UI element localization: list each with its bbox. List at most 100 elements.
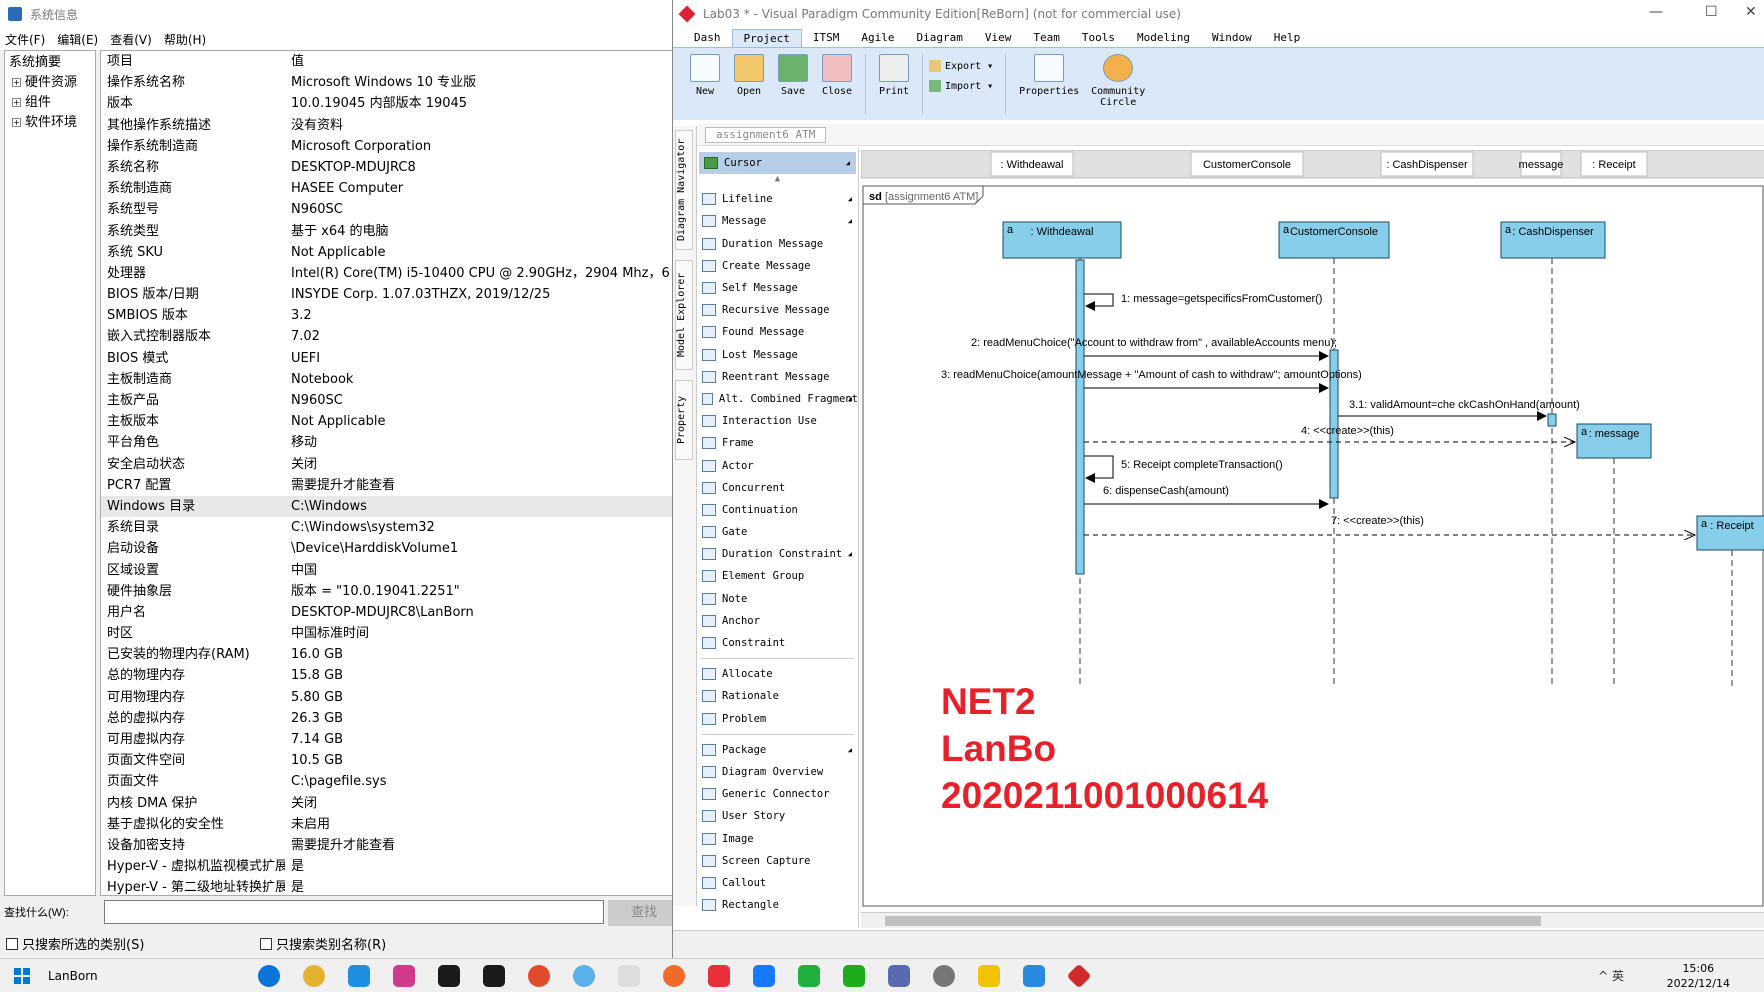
table-row[interactable]: 可用物理内存 5.80 GB: [101, 687, 679, 708]
palette-found-message[interactable]: Found Message: [697, 321, 858, 343]
table-row[interactable]: 系统制造商 HASEE Computer: [101, 178, 679, 199]
table-row[interactable]: 系统名称 DESKTOP-MDUJRC8: [101, 157, 679, 178]
palette-constraint[interactable]: Constraint: [697, 632, 858, 654]
table-row[interactable]: 安全启动状态 关闭: [101, 454, 679, 475]
table-row[interactable]: 启动设备 \Device\HarddiskVolume1: [101, 538, 679, 559]
table-row[interactable]: BIOS 模式 UEFI: [101, 348, 679, 369]
app-icon[interactable]: [1023, 964, 1045, 987]
sequence-diagram[interactable]: : Withdeawal CustomerConsole: CashDispens…: [861, 150, 1764, 910]
activation-bar[interactable]: [1075, 259, 1085, 575]
palette-interaction-use[interactable]: Interaction Use: [697, 410, 858, 432]
menu-view[interactable]: 查看(V): [110, 31, 152, 48]
palette-user-story[interactable]: User Story: [697, 805, 858, 827]
table-row[interactable]: 其他操作系统描述 没有资料: [101, 115, 679, 136]
message-arrow[interactable]: [1084, 293, 1114, 311]
expand-icon[interactable]: +: [12, 118, 21, 127]
tab-tools[interactable]: Tools: [1071, 29, 1126, 47]
table-row[interactable]: PCR7 配置 需要提升才能查看: [101, 475, 679, 496]
wechat-icon[interactable]: [843, 964, 865, 987]
table-row[interactable]: 系统类型 基于 x64 的电脑: [101, 221, 679, 242]
palette-problem[interactable]: Problem: [697, 708, 858, 730]
hbuilder-icon[interactable]: [798, 964, 820, 987]
table-row[interactable]: 区域设置 中国: [101, 560, 679, 581]
palette-cursor[interactable]: Cursor ◢: [699, 152, 856, 175]
table-row[interactable]: 嵌入式控制器版本 7.02: [101, 326, 679, 347]
table-row[interactable]: Hyper-V - 第二级地址转换扩展是: [101, 877, 679, 895]
properties-button[interactable]: Properties: [1012, 54, 1086, 120]
table-row[interactable]: 系统型号 N960SC: [101, 199, 679, 220]
visual-paradigm-taskbar-icon[interactable]: [1066, 963, 1092, 988]
palette-image[interactable]: Image: [697, 827, 858, 849]
postman-icon[interactable]: [663, 964, 685, 987]
app-icon[interactable]: [933, 964, 955, 987]
palette-more-icon[interactable]: ◢: [848, 746, 852, 754]
table-row[interactable]: 硬件抽象层 版本 = "10.0.19041.2251": [101, 581, 679, 602]
table-row[interactable]: 内核 DMA 保护 关闭: [101, 793, 679, 814]
palette-duration-message[interactable]: Duration Message: [697, 233, 858, 255]
find-input[interactable]: [104, 900, 604, 924]
close-project-button[interactable]: Close: [815, 54, 859, 120]
table-row[interactable]: BIOS 版本/日期 INSYDE Corp. 1.07.03THZX, 2019…: [101, 284, 679, 305]
app-icon[interactable]: [528, 964, 550, 987]
tree-item-system-summary[interactable]: 系统摘要: [5, 53, 95, 73]
property-tab[interactable]: Property: [675, 380, 693, 460]
search-selected-checkbox[interactable]: 只搜索所选的类别(S): [6, 934, 144, 953]
palette-rectangle[interactable]: Rectangle: [697, 894, 858, 916]
diagram-navigator-tab[interactable]: Diagram Navigator: [675, 130, 693, 250]
palette-element-group[interactable]: Element Group: [697, 565, 858, 587]
column-header-item[interactable]: 项目: [101, 51, 285, 72]
palette-screen-capture[interactable]: Screen Capture: [697, 850, 858, 872]
table-row[interactable]: 总的虚拟内存 26.3 GB: [101, 708, 679, 729]
export-button[interactable]: Export ▾: [929, 56, 993, 76]
table-row[interactable]: 操作系统名称 Microsoft Windows 10 专业版: [101, 72, 679, 93]
table-row[interactable]: SMBIOS 版本 3.2: [101, 305, 679, 326]
close-icon[interactable]: ✕: [1745, 4, 1757, 20]
file-explorer-icon[interactable]: [978, 964, 1000, 987]
edge-icon[interactable]: [258, 964, 280, 987]
open-button[interactable]: Open: [727, 54, 771, 120]
typora-icon[interactable]: [618, 964, 640, 987]
palette-note[interactable]: Note: [697, 588, 858, 610]
table-row[interactable]: 版本 10.0.19045 内部版本 19045: [101, 93, 679, 114]
table-row[interactable]: 操作系统制造商 Microsoft Corporation: [101, 136, 679, 157]
palette-more-icon[interactable]: ◢: [848, 217, 852, 225]
palette-generic-connector[interactable]: Generic Connector: [697, 783, 858, 805]
horizontal-scrollbar[interactable]: [861, 912, 1764, 928]
palette-lost-message[interactable]: Lost Message: [697, 344, 858, 366]
table-row[interactable]: 基于虚拟化的安全性 未启用: [101, 814, 679, 835]
import-button[interactable]: Import ▾: [929, 76, 993, 96]
tree-item-hardware[interactable]: + 硬件资源: [5, 73, 95, 93]
table-row[interactable]: 平台角色 移动: [101, 432, 679, 453]
community-circle-button[interactable]: Community Circle: [1086, 54, 1150, 120]
tab-itsm[interactable]: ITSM: [802, 29, 851, 47]
palette-message[interactable]: Message ◢: [697, 210, 858, 232]
palette-anchor[interactable]: Anchor: [697, 610, 858, 632]
palette-callout[interactable]: Callout: [697, 872, 858, 894]
table-row[interactable]: Hyper-V - 虚拟机监视模式扩展是: [101, 856, 679, 877]
intellij-icon[interactable]: [393, 964, 415, 987]
palette-gate[interactable]: Gate: [697, 521, 858, 543]
app-icon[interactable]: [573, 964, 595, 987]
system-tray[interactable]: ^ 英: [1598, 967, 1624, 984]
pycharm-icon[interactable]: [438, 964, 460, 987]
chrome-icon[interactable]: [303, 964, 325, 987]
table-row[interactable]: 系统目录 C:\Windows\system32: [101, 517, 679, 538]
palette-reentrant-message[interactable]: Reentrant Message: [697, 366, 858, 388]
menu-edit[interactable]: 编辑(E): [57, 31, 98, 48]
palette-more-icon[interactable]: ◢: [848, 395, 852, 403]
system-info-taskbar-icon[interactable]: [888, 964, 910, 987]
table-row[interactable]: 系统 SKU Not Applicable: [101, 242, 679, 263]
palette-duration-constraint[interactable]: Duration Constraint ◢: [697, 543, 858, 565]
tab-help[interactable]: Help: [1263, 29, 1312, 47]
tab-window[interactable]: Window: [1201, 29, 1263, 47]
tab-agile[interactable]: Agile: [850, 29, 905, 47]
vscode-icon[interactable]: [348, 964, 370, 987]
save-button[interactable]: Save: [771, 54, 815, 120]
table-row[interactable]: 时区 中国标准时间: [101, 623, 679, 644]
table-row[interactable]: 用户名 DESKTOP-MDUJRC8\LanBorn: [101, 602, 679, 623]
palette-frame[interactable]: Frame: [697, 432, 858, 454]
app-icon[interactable]: [708, 964, 730, 987]
menu-file[interactable]: 文件(F): [5, 31, 45, 48]
scrollbar-thumb[interactable]: [885, 916, 1541, 926]
taskbar-user[interactable]: LanBorn: [48, 969, 198, 983]
